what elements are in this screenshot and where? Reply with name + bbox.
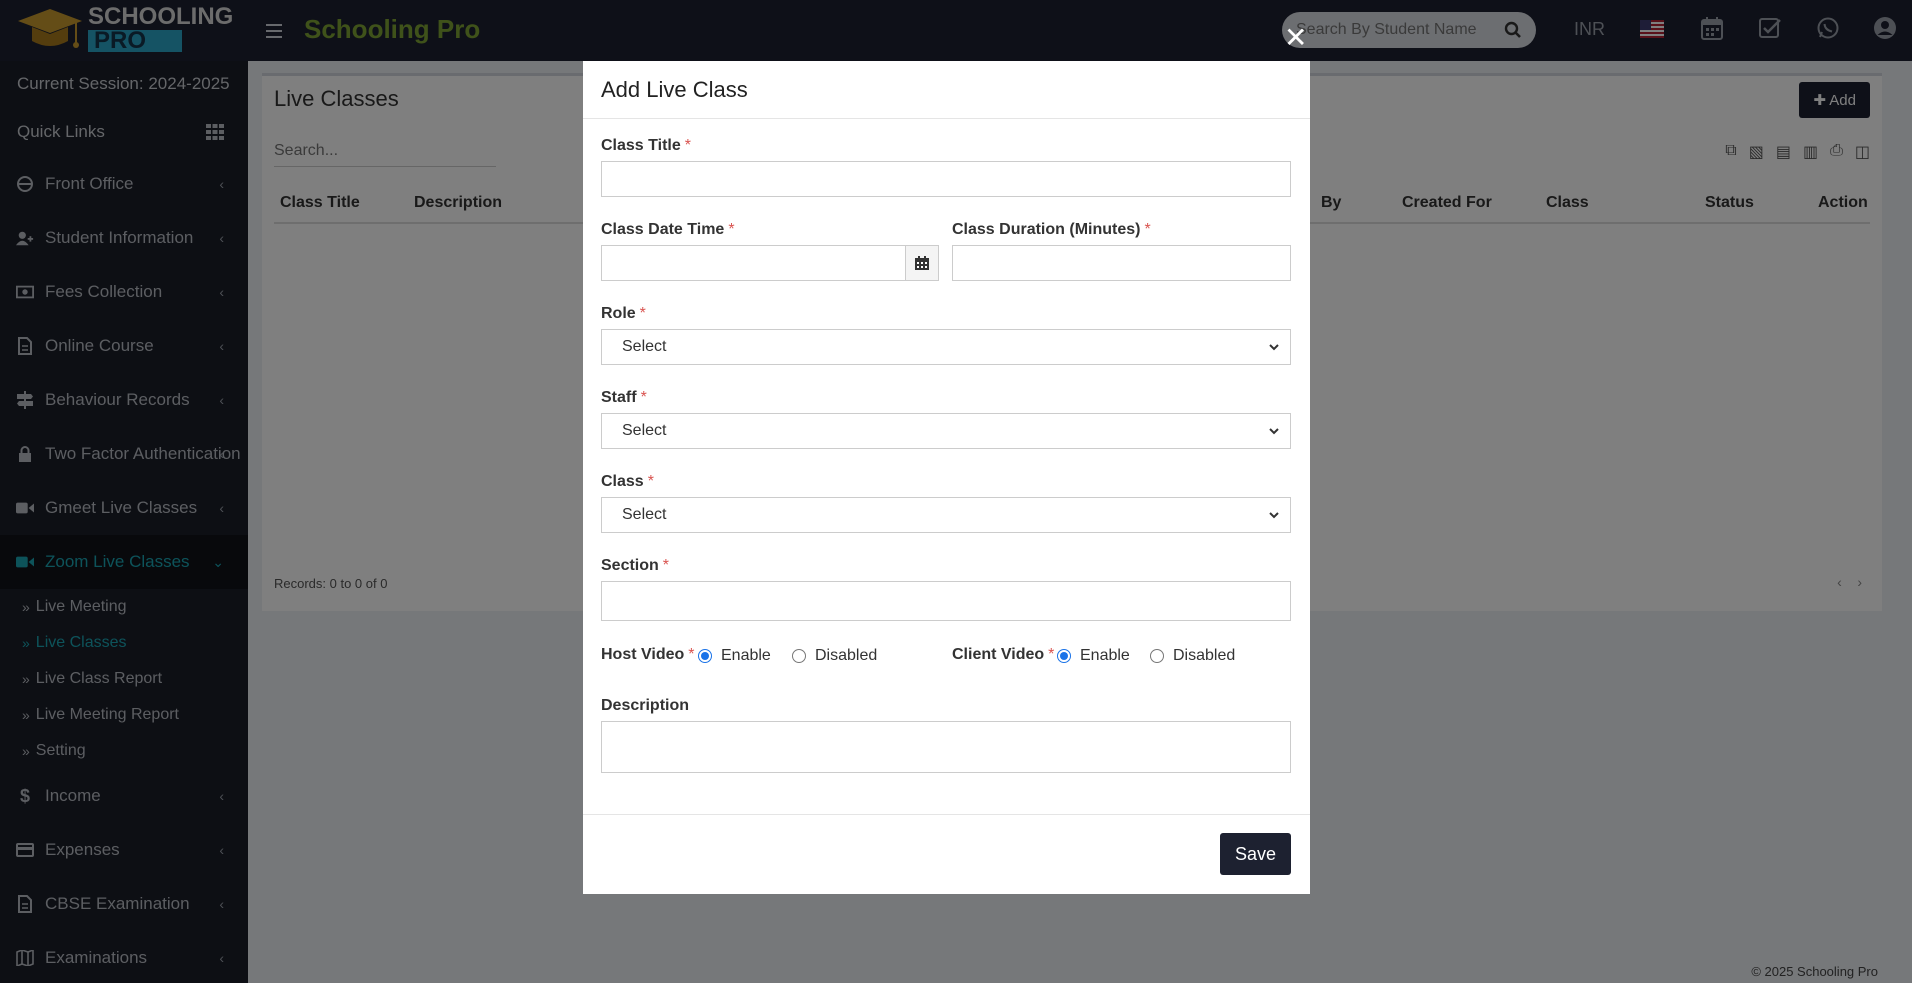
radio-label: Disabled [1173,647,1236,664]
role-label: Role * [601,305,646,323]
class-datetime-input[interactable] [601,245,906,281]
close-icon[interactable]: ✕ [1284,24,1307,52]
save-button[interactable]: Save [1220,833,1291,875]
required-mark: * [684,137,691,154]
class-title-label: Class Title * [601,137,691,155]
required-mark: * [728,221,735,238]
class-datetime-label: Class Date Time * [601,221,735,239]
section-label-text: Section [601,557,659,574]
radio-label: Enable [721,647,771,664]
role-label-text: Role [601,305,636,322]
client-video-label: Client Video * [952,646,1054,664]
section-select[interactable] [601,581,1291,621]
required-mark: * [688,646,695,663]
description-textarea[interactable] [601,721,1291,773]
required-mark: * [1048,646,1055,663]
class-title-input[interactable] [601,161,1291,197]
modal-title: Add Live Class [583,61,1310,119]
required-mark: * [640,389,647,406]
class-duration-label-text: Class Duration (Minutes) [952,221,1141,238]
required-mark: * [647,473,654,490]
client-video-disabled-option[interactable]: Disabled [1150,647,1235,665]
class-select-value: Select [622,506,667,523]
client-video-enable-radio[interactable] [1057,649,1071,663]
add-live-class-form: Class Title * Class Date Time * Class Dura… [583,119,1310,819]
class-duration-label: Class Duration (Minutes) * [952,221,1151,239]
host-video-label-text: Host Video [601,646,685,663]
client-video-enable-option[interactable]: Enable [1057,647,1130,665]
radio-label: Enable [1080,647,1130,664]
host-video-label: Host Video * [601,646,695,664]
client-video-disabled-radio[interactable] [1150,649,1164,663]
class-title-label-text: Class Title [601,137,681,154]
section-label: Section * [601,557,669,575]
staff-label: Staff * [601,389,647,407]
role-select-value: Select [622,338,667,355]
add-live-class-modal: Add Live Class Class Title * Class Date T… [583,61,1310,894]
class-duration-input[interactable] [952,245,1291,281]
required-mark: * [639,305,646,322]
modal-footer: Save [583,814,1310,894]
chevron-down-icon [1269,512,1279,519]
host-video-enable-radio[interactable] [698,649,712,663]
host-video-disabled-radio[interactable] [792,649,806,663]
staff-select[interactable]: Select [601,413,1291,449]
client-video-label-text: Client Video [952,646,1045,663]
staff-select-value: Select [622,422,667,439]
chevron-down-icon [1269,344,1279,351]
class-label-text: Class [601,473,644,490]
required-mark: * [1144,221,1151,238]
host-video-disabled-option[interactable]: Disabled [792,647,877,665]
class-select[interactable]: Select [601,497,1291,533]
chevron-down-icon [1269,428,1279,435]
calendar-icon[interactable] [905,245,939,281]
staff-label-text: Staff [601,389,637,406]
class-datetime-label-text: Class Date Time [601,221,725,238]
description-label: Description [601,697,690,714]
radio-label: Disabled [815,647,878,664]
class-label: Class * [601,473,654,491]
required-mark: * [662,557,670,574]
host-video-enable-option[interactable]: Enable [698,647,771,665]
role-select[interactable]: Select [601,329,1291,365]
